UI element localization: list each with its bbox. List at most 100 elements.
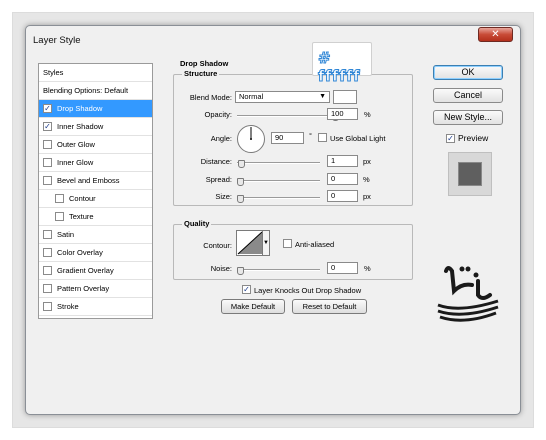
style-item[interactable]: Texture	[39, 208, 152, 226]
styles-header[interactable]: Styles	[39, 64, 152, 82]
spread-slider-thumb[interactable]	[237, 178, 244, 186]
noise-slider-thumb[interactable]	[237, 267, 244, 275]
style-item-checkbox[interactable]	[43, 302, 52, 311]
style-item[interactable]: Satin	[39, 226, 152, 244]
style-item-label: Gradient Overlay	[57, 266, 114, 275]
opacity-slider[interactable]	[237, 115, 339, 117]
style-item-checkbox[interactable]	[43, 158, 52, 167]
style-item[interactable]: Inner Glow	[39, 154, 152, 172]
noise-input[interactable]: 0	[327, 262, 358, 274]
distance-label: Distance:	[200, 157, 232, 166]
dialog-title: Layer Style	[33, 35, 81, 46]
spread-label: Spread:	[205, 175, 232, 184]
style-item-label: Pattern Overlay	[57, 284, 110, 293]
color-hex-text: # ffffff	[318, 49, 361, 86]
style-item-label: Color Overlay	[57, 248, 103, 257]
opacity-label: Opacity:	[204, 110, 232, 119]
style-item-label: Bevel and Emboss	[57, 176, 120, 185]
contour-label: Contour:	[203, 241, 232, 250]
preview-label: Preview	[458, 133, 489, 143]
style-item-checkbox[interactable]	[43, 248, 52, 257]
style-item-label: Outer Glow	[57, 140, 95, 149]
opacity-unit: %	[364, 110, 371, 119]
blending-options-label: Blending Options: Default	[43, 86, 129, 95]
style-item-checkbox[interactable]: ✓	[43, 122, 52, 131]
spread-slider[interactable]	[237, 180, 320, 182]
style-item-checkbox[interactable]	[43, 284, 52, 293]
ok-button[interactable]: OK	[433, 65, 503, 80]
layer-style-dialog: Layer Style ✕ Styles Blending Options: D…	[25, 25, 521, 415]
style-item-label: Texture	[69, 212, 94, 221]
preview-thumbnail	[448, 152, 492, 196]
style-item-label: Contour	[69, 194, 96, 203]
make-default-button[interactable]: Make Default	[221, 299, 285, 314]
global-light-label: Use Global Light	[330, 134, 386, 143]
style-item-checkbox[interactable]	[55, 212, 64, 221]
drop-shadow-title: Drop Shadow	[178, 59, 231, 68]
distance-input[interactable]: 1	[327, 155, 358, 167]
angle-input[interactable]: 90	[271, 132, 304, 144]
style-item[interactable]: Stroke	[39, 298, 152, 316]
chevron-down-icon[interactable]: ▼	[262, 231, 269, 255]
opacity-input[interactable]: 100	[327, 108, 358, 120]
style-item[interactable]: Pattern Overlay	[39, 280, 152, 298]
contour-linear-icon	[237, 231, 263, 255]
style-item[interactable]: ✓ Inner Shadow	[39, 118, 152, 136]
style-item[interactable]: Bevel and Emboss	[39, 172, 152, 190]
spread-unit: %	[363, 175, 370, 184]
style-item-checkbox[interactable]	[43, 266, 52, 275]
blend-mode-select[interactable]: Normal ▼	[235, 91, 330, 103]
size-input[interactable]: 0	[327, 190, 358, 202]
global-light-checkbox[interactable]	[318, 133, 327, 142]
blend-mode-label: Blend Mode:	[189, 93, 232, 102]
shadow-color-swatch[interactable]	[333, 90, 357, 104]
styles-list: Styles Blending Options: Default ✓ Drop S…	[38, 63, 153, 319]
reset-to-default-button[interactable]: Reset to Default	[292, 299, 367, 314]
size-unit: px	[363, 192, 371, 201]
anti-aliased-label: Anti-aliased	[295, 240, 335, 249]
noise-label: Noise:	[210, 264, 232, 273]
angle-unit: °	[309, 131, 312, 140]
noise-slider[interactable]	[237, 269, 320, 271]
watermark-logo	[432, 261, 504, 327]
distance-unit: px	[363, 157, 371, 166]
structure-title: Structure	[182, 69, 220, 78]
style-item-label: Satin	[57, 230, 75, 239]
contour-picker[interactable]: ▼	[236, 230, 270, 256]
title-bar: Layer Style ✕	[26, 26, 520, 54]
size-label: Size:	[215, 192, 232, 201]
style-item-checkbox[interactable]	[43, 140, 52, 149]
spread-input[interactable]: 0	[327, 173, 358, 185]
style-item[interactable]: Color Overlay	[39, 244, 152, 262]
angle-dial[interactable]	[236, 124, 266, 156]
blending-options-item[interactable]: Blending Options: Default	[39, 82, 152, 100]
close-button[interactable]: ✕	[478, 27, 513, 42]
distance-slider-thumb[interactable]	[238, 160, 245, 168]
knocks-out-label: Layer Knocks Out Drop Shadow	[254, 286, 362, 295]
style-item-checkbox[interactable]: ✓	[43, 104, 52, 113]
styles-header-label: Styles	[43, 68, 64, 77]
chevron-down-icon: ▼	[319, 93, 326, 100]
distance-slider[interactable]	[237, 162, 320, 164]
knocks-out-checkbox[interactable]: ✓	[242, 285, 251, 294]
anti-aliased-checkbox[interactable]	[283, 239, 292, 248]
cancel-button[interactable]: Cancel	[433, 88, 503, 103]
quality-title: Quality	[182, 219, 212, 228]
style-item[interactable]: Contour	[39, 190, 152, 208]
size-slider-thumb[interactable]	[237, 195, 244, 203]
size-slider[interactable]	[237, 197, 320, 199]
angle-label: Angle:	[210, 134, 232, 143]
style-item-checkbox[interactable]	[55, 194, 64, 203]
noise-unit: %	[364, 264, 371, 273]
style-item-label: Drop Shadow	[57, 104, 103, 113]
new-style-button[interactable]: New Style...	[433, 110, 503, 125]
style-item-checkbox[interactable]	[43, 176, 52, 185]
style-item[interactable]: Outer Glow	[39, 136, 152, 154]
style-item[interactable]: Gradient Overlay	[39, 262, 152, 280]
style-item[interactable]: ✓ Drop Shadow	[39, 100, 152, 118]
style-item-checkbox[interactable]	[43, 230, 52, 239]
style-item-label: Inner Glow	[57, 158, 94, 167]
preview-checkbox[interactable]: ✓	[446, 134, 455, 143]
style-item-label: Inner Shadow	[57, 122, 104, 131]
preview-swatch	[458, 162, 482, 186]
